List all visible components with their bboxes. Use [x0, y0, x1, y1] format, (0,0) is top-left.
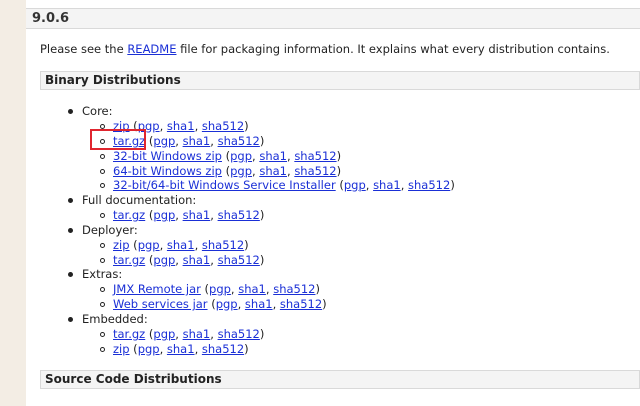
page-content: 9.0.6 Please see the README file for pac… — [26, 0, 640, 406]
core-installer-sha1-link[interactable]: sha1 — [373, 178, 401, 192]
core-win32-pgp-link[interactable]: pgp — [230, 149, 252, 163]
core-win64-pgp-link[interactable]: pgp — [230, 164, 252, 178]
highlight-box — [90, 129, 146, 150]
source-distributions-header: Source Code Distributions — [40, 370, 640, 389]
deployer-zip-pgp-link[interactable]: pgp — [138, 238, 160, 252]
deployer-zip-sha1-link[interactable]: sha1 — [167, 238, 195, 252]
core-installer-sha512-link[interactable]: sha512 — [408, 178, 450, 192]
embedded-targz-link[interactable]: tar.gz — [113, 327, 145, 341]
source-distributions-title: Source Code Distributions — [45, 372, 222, 386]
readme-link[interactable]: README — [127, 42, 176, 56]
core-win32-sha512-link[interactable]: sha512 — [294, 149, 336, 163]
core-targz-sha512-link[interactable]: sha512 — [218, 134, 260, 148]
embedded-zip-sha512-link[interactable]: sha512 — [202, 342, 244, 356]
core-zip-sha512-link[interactable]: sha512 — [202, 119, 244, 133]
circle-bullet-icon — [100, 154, 105, 159]
circle-bullet-icon — [100, 347, 105, 352]
core-targz-sha1-link[interactable]: sha1 — [183, 134, 211, 148]
extras-ws-sha1-link[interactable]: sha1 — [245, 297, 273, 311]
embedded-targz-sha512-link[interactable]: sha512 — [218, 327, 260, 341]
deployer-targz-row: tar.gz (pgp, sha1, sha512) — [113, 253, 265, 267]
deployer-zip-link[interactable]: zip — [113, 238, 130, 252]
core-win32-row: 32-bit Windows zip (pgp, sha1, sha512) — [113, 149, 342, 163]
embedded-zip-sha1-link[interactable]: sha1 — [167, 342, 195, 356]
fulldoc-targz-link[interactable]: tar.gz — [113, 208, 145, 222]
fulldoc-targz-sha1-link[interactable]: sha1 — [183, 208, 211, 222]
deployer-targz-sha1-link[interactable]: sha1 — [183, 253, 211, 267]
core-label: Core: — [82, 104, 113, 118]
circle-bullet-icon — [100, 258, 105, 263]
bullet-icon — [68, 228, 73, 233]
embedded-targz-row: tar.gz (pgp, sha1, sha512) — [113, 327, 265, 341]
core-win64-sha512-link[interactable]: sha512 — [294, 164, 336, 178]
binary-distributions-header: Binary Distributions — [40, 71, 640, 90]
version-header: 9.0.6 — [26, 8, 640, 29]
extras-ws-link[interactable]: Web services jar — [113, 297, 208, 311]
version-title: 9.0.6 — [32, 11, 70, 26]
extras-ws-sha512-link[interactable]: sha512 — [280, 297, 322, 311]
circle-bullet-icon — [100, 302, 105, 307]
fulldoc-targz-row: tar.gz (pgp, sha1, sha512) — [113, 208, 265, 222]
fulldoc-label: Full documentation: — [82, 193, 197, 207]
deployer-zip-row: zip (pgp, sha1, sha512) — [113, 238, 249, 252]
core-win32-link[interactable]: 32-bit Windows zip — [113, 149, 222, 163]
circle-bullet-icon — [100, 287, 105, 292]
circle-bullet-icon — [100, 243, 105, 248]
bullet-icon — [68, 109, 73, 114]
intro-text: Please see the README file for packaging… — [40, 42, 610, 56]
core-installer-row: 32-bit/64-bit Windows Service Installer … — [113, 178, 455, 192]
core-targz-pgp-link[interactable]: pgp — [153, 134, 175, 148]
extras-label: Extras: — [82, 267, 123, 281]
circle-bullet-icon — [100, 169, 105, 174]
extras-jmx-sha512-link[interactable]: sha512 — [273, 282, 315, 296]
deployer-targz-pgp-link[interactable]: pgp — [153, 253, 175, 267]
circle-bullet-icon — [100, 332, 105, 337]
embedded-targz-pgp-link[interactable]: pgp — [153, 327, 175, 341]
core-win64-row: 64-bit Windows zip (pgp, sha1, sha512) — [113, 164, 342, 178]
binary-distributions-title: Binary Distributions — [45, 73, 181, 87]
core-installer-pgp-link[interactable]: pgp — [344, 178, 366, 192]
core-installer-link[interactable]: 32-bit/64-bit Windows Service Installer — [113, 178, 336, 192]
deployer-targz-sha512-link[interactable]: sha512 — [218, 253, 260, 267]
bullet-icon — [68, 272, 73, 277]
embedded-zip-pgp-link[interactable]: pgp — [138, 342, 160, 356]
fulldoc-targz-pgp-link[interactable]: pgp — [153, 208, 175, 222]
extras-jmx-link[interactable]: JMX Remote jar — [113, 282, 201, 296]
core-win64-link[interactable]: 64-bit Windows zip — [113, 164, 222, 178]
extras-jmx-row: JMX Remote jar (pgp, sha1, sha512) — [113, 282, 320, 296]
extras-jmx-sha1-link[interactable]: sha1 — [238, 282, 266, 296]
extras-ws-row: Web services jar (pgp, sha1, sha512) — [113, 297, 327, 311]
core-zip-sha1-link[interactable]: sha1 — [167, 119, 195, 133]
embedded-zip-link[interactable]: zip — [113, 342, 130, 356]
extras-ws-pgp-link[interactable]: pgp — [216, 297, 238, 311]
fulldoc-targz-sha512-link[interactable]: sha512 — [218, 208, 260, 222]
embedded-targz-sha1-link[interactable]: sha1 — [183, 327, 211, 341]
embedded-zip-row: zip (pgp, sha1, sha512) — [113, 342, 249, 356]
deployer-targz-link[interactable]: tar.gz — [113, 253, 145, 267]
deployer-label: Deployer: — [82, 223, 138, 237]
embedded-label: Embedded: — [82, 312, 148, 326]
circle-bullet-icon — [100, 183, 105, 188]
bullet-icon — [68, 317, 73, 322]
bullet-icon — [68, 198, 73, 203]
core-win32-sha1-link[interactable]: sha1 — [259, 149, 287, 163]
deployer-zip-sha512-link[interactable]: sha512 — [202, 238, 244, 252]
core-win64-sha1-link[interactable]: sha1 — [259, 164, 287, 178]
extras-jmx-pgp-link[interactable]: pgp — [209, 282, 231, 296]
circle-bullet-icon — [100, 213, 105, 218]
